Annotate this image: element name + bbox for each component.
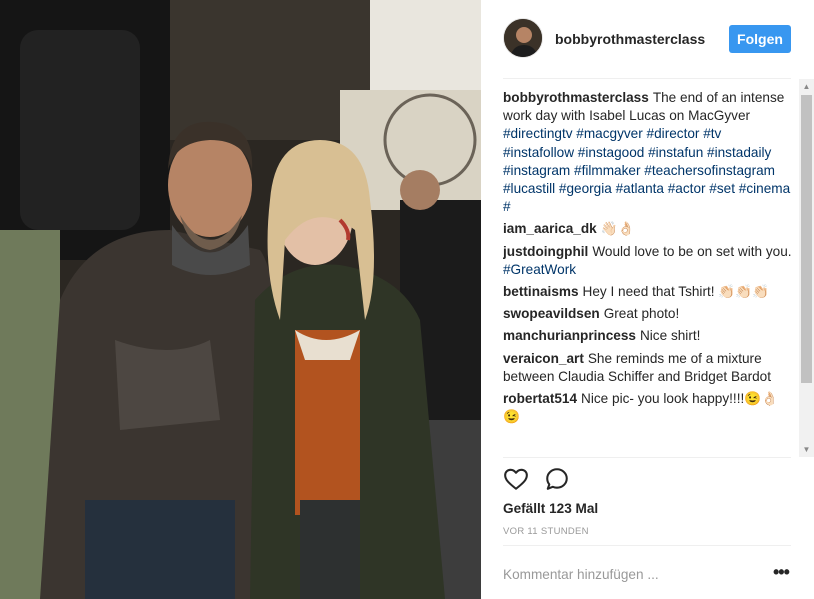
like-count[interactable]: Gefällt 123 Mal xyxy=(503,501,598,516)
comment-box-divider xyxy=(503,545,791,546)
comment-hashtag[interactable]: #GreatWork xyxy=(503,262,576,277)
actions-divider xyxy=(503,457,791,458)
comment-text: Hey I need that Tshirt! 👏🏻👏🏻👏🏻 xyxy=(582,284,770,300)
comment-bubble-icon[interactable] xyxy=(544,466,572,494)
comment-item: robertat514 Nice pic- you look happy!!!!😉… xyxy=(503,390,793,426)
comment-username[interactable]: bettinaisms xyxy=(503,284,579,299)
caption-hashtags[interactable]: #directingtv #macgyver #director #tv #in… xyxy=(503,126,790,214)
comment-username[interactable]: robertat514 xyxy=(503,391,577,406)
avatar[interactable] xyxy=(503,18,543,58)
comment-text: Nice shirt! xyxy=(639,328,701,344)
photo-illustration xyxy=(0,0,481,599)
comment-username[interactable]: veraicon_art xyxy=(503,351,584,366)
avatar-image xyxy=(504,19,542,57)
scroll-up-arrow-icon[interactable]: ▲ xyxy=(799,79,814,94)
comment-scrollbar[interactable]: ▲ ▼ xyxy=(799,79,814,457)
caption-username[interactable]: bobbyrothmasterclass xyxy=(503,90,649,105)
add-comment-input[interactable] xyxy=(503,563,733,585)
comment-item: swopeavildsen Great photo! xyxy=(503,305,793,323)
more-options-button[interactable]: ••• xyxy=(773,563,790,581)
post-timestamp: VOR 11 STUNDEN xyxy=(503,526,589,537)
post-header: bobbyrothmasterclass Folgen xyxy=(481,0,814,78)
comment-item: veraicon_art She reminds me of a mixture … xyxy=(503,350,793,386)
comment-item: justdoingphil Would love to be on set wit… xyxy=(503,243,793,279)
comment-username[interactable]: justdoingphil xyxy=(503,244,588,259)
post-photo[interactable] xyxy=(0,0,481,599)
scrollbar-thumb[interactable] xyxy=(801,95,812,383)
comment-text: 👋🏻👌🏻 xyxy=(600,221,635,237)
comment-text: Would love to be on set with you. xyxy=(592,243,792,259)
heart-icon[interactable] xyxy=(503,466,531,494)
comment-username[interactable]: iam_aarica_dk xyxy=(503,221,597,236)
caption: bobbyrothmasterclass The end of an intens… xyxy=(503,89,793,216)
comment-username[interactable]: swopeavildsen xyxy=(503,306,600,321)
comment-item: bettinaisms Hey I need that Tshirt! 👏🏻👏🏻👏… xyxy=(503,283,793,301)
comment-text: Great photo! xyxy=(603,306,680,322)
scroll-down-arrow-icon[interactable]: ▼ xyxy=(799,442,814,457)
comment-list[interactable]: bobbyrothmasterclass The end of an intens… xyxy=(503,89,793,455)
comment-item: iam_aarica_dk 👋🏻👌🏻 xyxy=(503,220,793,238)
post-sidebar: bobbyrothmasterclass Folgen bobbyrothmas… xyxy=(481,0,814,599)
comment-item: manchurianprincess Nice shirt! xyxy=(503,327,793,345)
comment-username[interactable]: manchurianprincess xyxy=(503,328,636,343)
header-username[interactable]: bobbyrothmasterclass xyxy=(555,31,705,47)
follow-button[interactable]: Folgen xyxy=(729,25,791,53)
header-divider xyxy=(503,78,791,79)
